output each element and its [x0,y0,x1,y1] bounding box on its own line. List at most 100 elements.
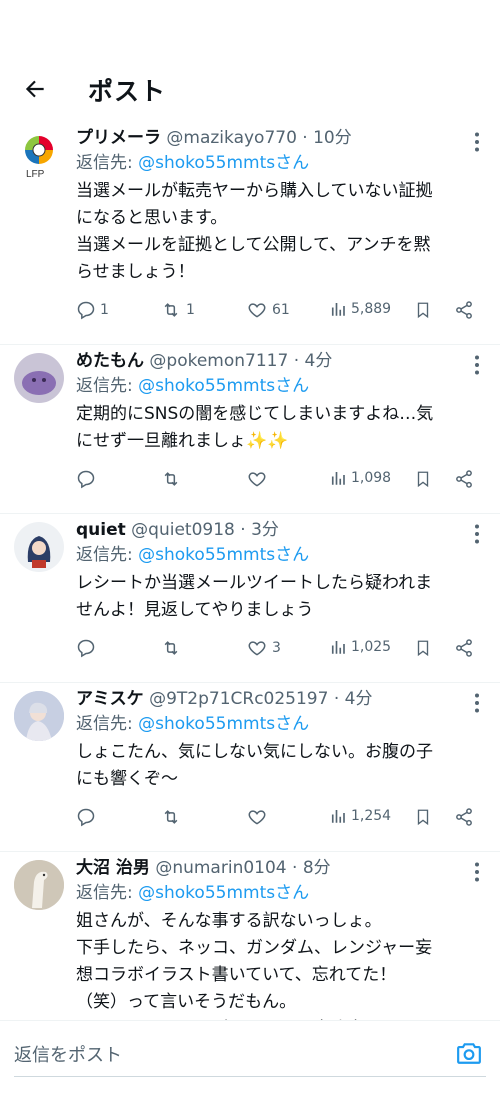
reply-post[interactable]: めたもん @pokemon7117 · 4分 返信先: @shoko55mmts… [0,345,500,514]
heart-icon [248,472,266,487]
share-icon [456,808,472,826]
reply-prefix: 返信先: [76,714,139,734]
reply-mention-link[interactable]: @shoko55mmtsさん [138,153,309,173]
more-options-icon[interactable] [472,355,482,375]
bookmark-button[interactable] [414,300,432,320]
like-button[interactable]: 3 [246,638,281,658]
more-options-icon[interactable] [472,524,482,544]
display-name[interactable]: めたもん [76,351,144,371]
display-name[interactable]: 大沼 治男 [76,858,150,878]
reply-prefix: 返信先: [76,545,139,565]
lfp-logo: LFP [25,136,53,180]
bookmark-icon [417,471,429,488]
display-name[interactable]: アミスケ [76,689,144,709]
repost-button[interactable] [160,638,186,658]
post-actions: 1,254 [76,793,486,851]
user-handle[interactable]: @numarin0104 [155,858,286,878]
reply-mention-link[interactable]: @shoko55mmtsさん [138,376,309,396]
like-button[interactable] [246,469,272,489]
more-options-icon[interactable] [472,693,482,713]
bookmark-button[interactable] [414,469,432,489]
post-text: レシートか当選メールツイートしたら疑われま せんよ！見返してやりましょう [76,573,433,620]
share-icon [456,470,472,488]
bookmark-button[interactable] [414,807,432,827]
reply-to: 返信先: @shoko55mmtsさん [76,150,486,176]
back-button[interactable] [20,74,50,104]
reply-post[interactable]: アミスケ @9T2p71CRc025197 · 4分 返信先: @shoko55… [0,683,500,852]
more-options-icon[interactable] [472,132,482,152]
repost-button[interactable] [160,807,186,827]
post-header: めたもん @pokemon7117 · 4分 [76,349,486,373]
reply-button[interactable] [76,807,100,827]
post-time: · 8分 [286,858,331,878]
reply-mention-link[interactable]: @shoko55mmtsさん [138,714,309,734]
reply-button[interactable]: 1 [76,300,109,320]
post-actions: 1 1 61 5,889 [76,286,486,344]
avatar[interactable] [14,522,64,572]
avatar[interactable] [14,691,64,741]
bar-chart-icon [331,472,345,485]
user-handle[interactable]: @pokemon7117 [149,351,288,371]
svg-text:LFP: LFP [26,169,45,180]
more-options-icon[interactable] [472,862,482,882]
reply-to: 返信先: @shoko55mmtsさん [76,880,486,906]
display-name[interactable]: プリメーラ [76,128,161,148]
like-button[interactable]: 61 [246,300,290,320]
repost-button[interactable] [160,469,186,489]
post-text: しょこたん、気にしない気にしない。お腹の子 にも響くぞ〜 [76,742,433,789]
like-button[interactable] [246,807,272,827]
views-button[interactable]: 1,254 [329,807,391,825]
bar-chart-icon [331,641,345,654]
reply-post[interactable]: LFP プリメーラ @mazikayo770 · 10分 返信先: @shoko… [0,122,500,345]
user-handle[interactable]: @mazikayo770 [166,128,297,148]
views-button[interactable]: 1,025 [329,638,391,656]
repost-button[interactable]: 1 [160,300,195,320]
like-count: 3 [272,640,281,656]
reply-to: 返信先: @shoko55mmtsさん [76,542,486,568]
share-button[interactable] [454,638,474,658]
share-button[interactable] [454,300,474,320]
view-count: 1,254 [351,808,392,824]
reply-button[interactable] [76,638,100,658]
display-name[interactable]: quiet [76,520,126,540]
views-button[interactable]: 1,098 [329,469,391,487]
avatar[interactable] [14,353,64,403]
camera-button[interactable] [456,1041,482,1069]
repost-icon [164,472,178,486]
share-button[interactable] [454,807,474,827]
reply-input[interactable]: 返信をポスト [14,1041,122,1067]
reply-to: 返信先: @shoko55mmtsさん [76,373,486,399]
input-underline [14,1076,486,1077]
user-handle[interactable]: @9T2p71CRc025197 [149,689,328,709]
repost-icon [164,810,178,824]
reply-button[interactable] [76,469,100,489]
replies-feed[interactable]: LFP プリメーラ @mazikayo770 · 10分 返信先: @shoko… [0,122,500,1020]
avatar[interactable]: LFP [14,130,64,180]
view-count: 5,889 [351,301,392,317]
bookmark-icon [417,809,429,826]
reply-mention-link[interactable]: @shoko55mmtsさん [138,545,309,565]
post-actions: 3 1,025 [76,624,486,682]
post-time: · 4分 [328,689,373,709]
reply-post[interactable]: 大沼 治男 @numarin0104 · 8分 返信先: @shoko55mmt… [0,852,500,1020]
reply-prefix: 返信先: [76,153,139,173]
arrow-left-icon [25,80,44,98]
views-button[interactable]: 5,889 [329,300,391,318]
share-button[interactable] [454,469,474,489]
bookmark-icon [417,640,429,657]
bar-chart-icon [331,810,345,823]
like-count: 61 [272,302,290,318]
reply-prefix: 返信先: [76,376,139,396]
view-count: 1,098 [351,470,392,486]
reply-mention-link[interactable]: @shoko55mmtsさん [138,883,309,903]
share-icon [456,301,472,319]
post-time: · 4分 [288,351,333,371]
post-actions: 1,098 [76,455,486,513]
reply-prefix: 返信先: [76,883,139,903]
bookmark-button[interactable] [414,638,432,658]
heart-icon [248,303,266,318]
repost-count: 1 [186,302,195,318]
user-handle[interactable]: @quiet0918 [131,520,235,540]
avatar[interactable] [14,860,64,910]
reply-post[interactable]: quiet @quiet0918 · 3分 返信先: @shoko55mmtsさ… [0,514,500,683]
